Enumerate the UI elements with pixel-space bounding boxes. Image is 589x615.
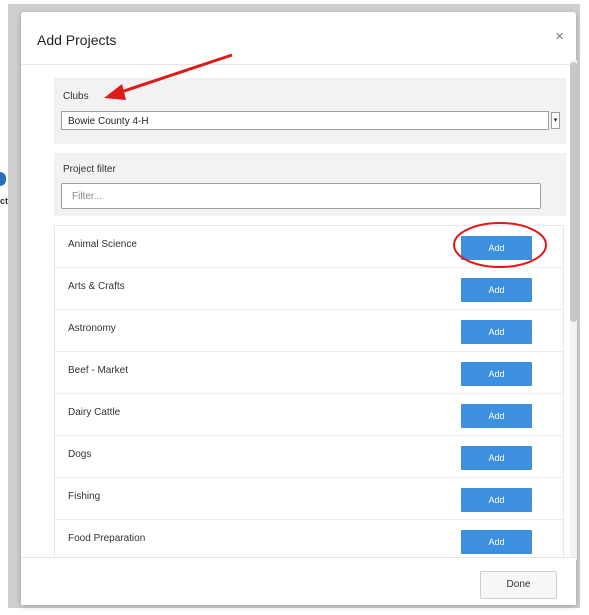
list-item: Animal Science Add bbox=[55, 226, 563, 268]
list-item: Astronomy Add bbox=[55, 310, 563, 352]
dialog-header: Add Projects × bbox=[21, 12, 576, 65]
clubs-select[interactable]: Bowie County 4-H bbox=[61, 111, 549, 130]
list-item: Dogs Add bbox=[55, 436, 563, 478]
chevron-down-icon[interactable]: ▾ bbox=[551, 112, 560, 129]
projects-list: Animal Science Add Arts & Crafts Add Ast… bbox=[54, 225, 564, 561]
project-name: Beef - Market bbox=[68, 365, 129, 376]
list-item: Arts & Crafts Add bbox=[55, 268, 563, 310]
close-icon[interactable]: × bbox=[555, 28, 564, 45]
project-filter-input[interactable] bbox=[61, 183, 541, 209]
project-name: Dogs bbox=[68, 449, 92, 460]
dialog-title: Add Projects bbox=[37, 32, 117, 48]
clubs-label: Clubs bbox=[63, 91, 89, 102]
add-projects-dialog: Add Projects × Clubs Bowie County 4-H ▾ … bbox=[21, 12, 577, 605]
list-item: Beef - Market Add bbox=[55, 352, 563, 394]
scrollbar-thumb[interactable] bbox=[570, 62, 577, 322]
dialog-footer: Done bbox=[21, 557, 576, 605]
done-button[interactable]: Done bbox=[480, 571, 557, 599]
add-button[interactable]: Add bbox=[461, 236, 532, 260]
add-button[interactable]: Add bbox=[461, 530, 532, 554]
list-item: Fishing Add bbox=[55, 478, 563, 520]
project-name: Dairy Cattle bbox=[68, 407, 121, 418]
list-item: Dairy Cattle Add bbox=[55, 394, 563, 436]
list-item: Food Preparation Add bbox=[55, 520, 563, 560]
add-button[interactable]: Add bbox=[461, 488, 532, 512]
project-name: Animal Science bbox=[68, 239, 137, 250]
project-name: Fishing bbox=[68, 491, 101, 502]
project-filter-section: Project filter bbox=[54, 153, 566, 216]
add-button[interactable]: Add bbox=[461, 446, 532, 470]
project-name: Food Preparation bbox=[68, 533, 146, 544]
add-button[interactable]: Add bbox=[461, 404, 532, 428]
clubs-section: Clubs Bowie County 4-H ▾ bbox=[54, 78, 566, 144]
project-name: Arts & Crafts bbox=[68, 281, 125, 292]
add-button[interactable]: Add bbox=[461, 278, 532, 302]
project-name: Astronomy bbox=[68, 323, 116, 334]
background-text-fragment: ct bbox=[0, 196, 9, 206]
add-button[interactable]: Add bbox=[461, 320, 532, 344]
add-button[interactable]: Add bbox=[461, 362, 532, 386]
project-filter-label: Project filter bbox=[63, 164, 116, 175]
